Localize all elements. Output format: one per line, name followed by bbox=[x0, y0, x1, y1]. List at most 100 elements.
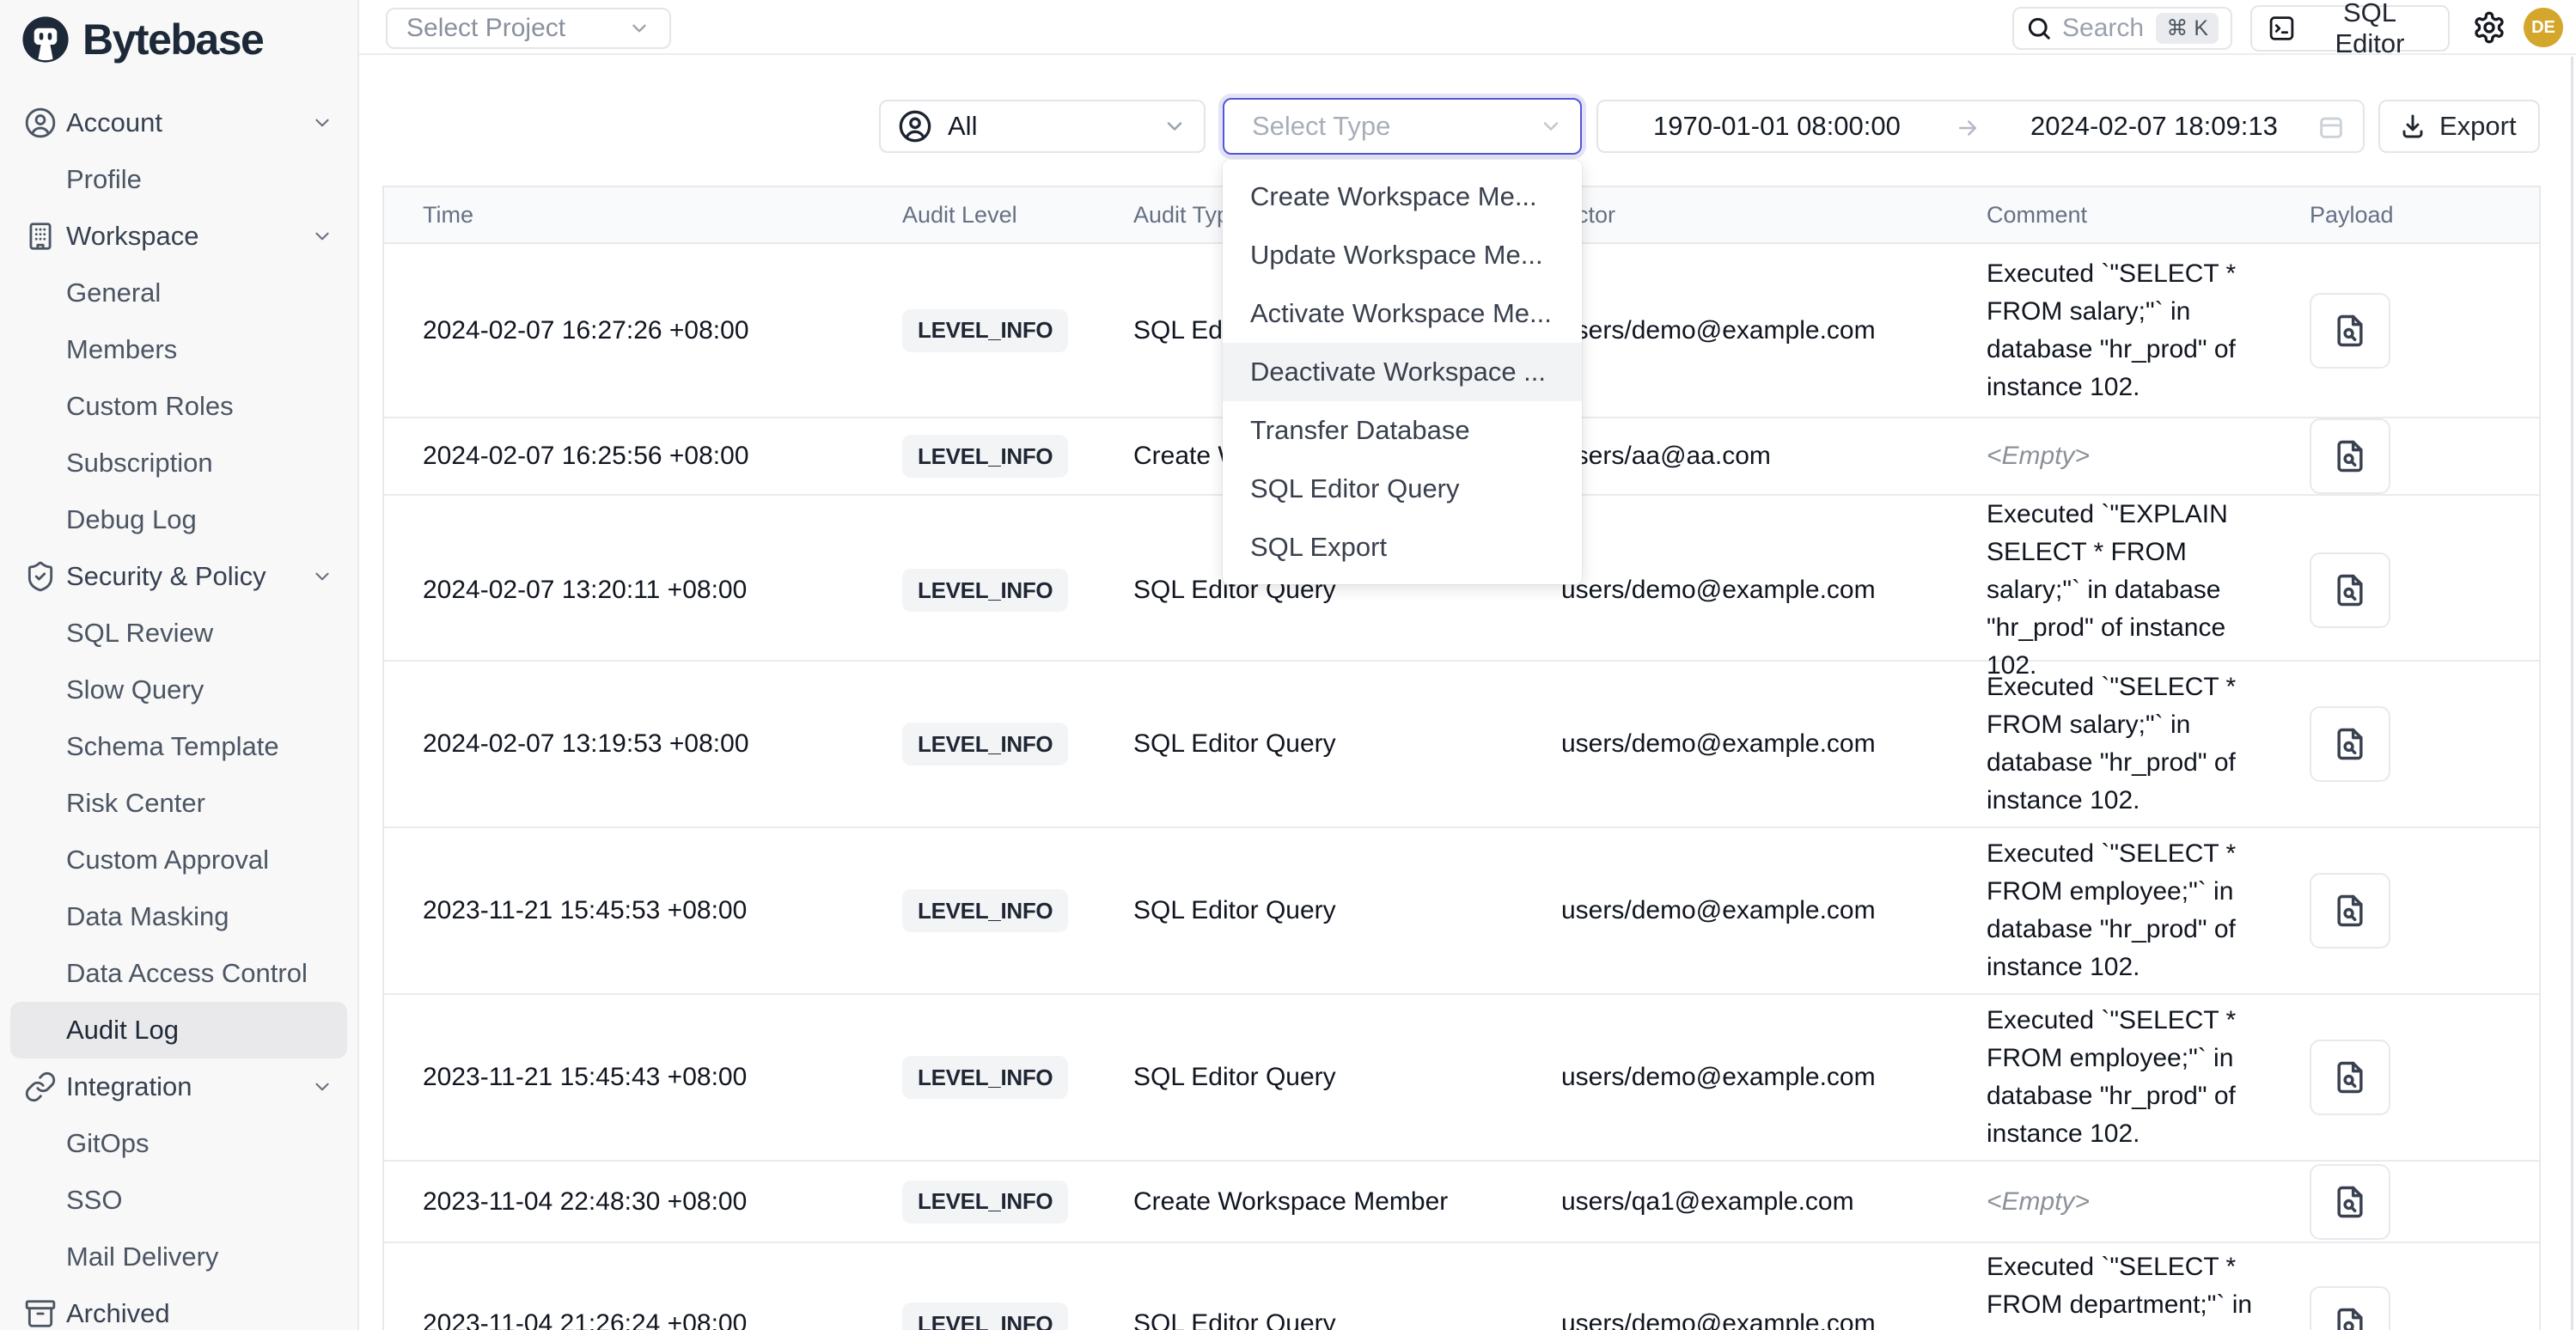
sidebar-item-custom-roles[interactable]: Custom Roles bbox=[0, 378, 357, 435]
type-menu-item-create-workspace-me[interactable]: Create Workspace Me... bbox=[1223, 168, 1582, 226]
sidebar-item-integration[interactable]: Integration bbox=[0, 1059, 357, 1115]
payload-view-button[interactable] bbox=[2310, 1286, 2390, 1330]
file-search-icon bbox=[2331, 1059, 2369, 1096]
export-label: Export bbox=[2439, 111, 2517, 142]
level-badge: LEVEL_INFO bbox=[902, 723, 1068, 766]
type-menu-item-label: SQL Editor Query bbox=[1250, 473, 1460, 504]
cell-audit-level: LEVEL_INFO bbox=[895, 1162, 1127, 1242]
sidebar-item-archived[interactable]: Archived bbox=[0, 1285, 357, 1330]
nav-icon-spacer bbox=[24, 390, 57, 423]
project-select[interactable]: Select Project bbox=[386, 8, 671, 49]
building-icon bbox=[24, 220, 57, 253]
nav-icon-spacer bbox=[24, 617, 57, 650]
sidebar-item-label: Data Access Control bbox=[66, 958, 308, 989]
sidebar-item-label: Custom Roles bbox=[66, 391, 234, 422]
sidebar-item-general[interactable]: General bbox=[0, 265, 357, 321]
arrow-right-icon bbox=[1955, 115, 1981, 141]
search-input[interactable]: Search ⌘ K bbox=[2012, 7, 2232, 50]
date-range-picker[interactable]: 1970-01-01 08:00:00 2024-02-07 18:09:13 bbox=[1596, 100, 2365, 153]
chevron-down-icon bbox=[1163, 114, 1187, 138]
type-filter-select[interactable]: Select Type bbox=[1223, 98, 1582, 155]
sidebar-item-gitops[interactable]: GitOps bbox=[0, 1115, 357, 1172]
settings-gear-button[interactable] bbox=[2471, 10, 2507, 46]
sidebar-item-schema-template[interactable]: Schema Template bbox=[0, 718, 357, 775]
payload-view-button[interactable] bbox=[2310, 873, 2390, 949]
sidebar-item-data-masking[interactable]: Data Masking bbox=[0, 888, 357, 945]
sidebar-item-subscription[interactable]: Subscription bbox=[0, 435, 357, 491]
chevron-down-icon bbox=[311, 112, 333, 134]
cell-comment: Executed `"SELECT * FROM salary;"` in da… bbox=[1978, 662, 2300, 827]
file-search-icon bbox=[2331, 437, 2369, 475]
type-menu-item-label: Activate Workspace Me... bbox=[1250, 298, 1552, 329]
sidebar-item-sql-review[interactable]: SQL Review bbox=[0, 605, 357, 662]
sidebar-item-label: Account bbox=[66, 107, 162, 138]
brand-logo[interactable]: Bytebase bbox=[0, 0, 357, 79]
cell-comment: Executed `"SELECT * FROM employee;"` in … bbox=[1978, 828, 2300, 993]
level-badge: LEVEL_INFO bbox=[902, 1303, 1068, 1330]
project-select-value: Select Project bbox=[406, 14, 565, 43]
payload-view-button[interactable] bbox=[2310, 706, 2390, 782]
payload-view-button[interactable] bbox=[2310, 1040, 2390, 1115]
sidebar-item-sso[interactable]: SSO bbox=[0, 1172, 357, 1229]
sidebar-item-mail-delivery[interactable]: Mail Delivery bbox=[0, 1229, 357, 1285]
cell-comment: Executed `"SELECT * FROM department;"` i… bbox=[1978, 1243, 2300, 1330]
cell-time: 2023-11-21 15:45:43 +08:00 bbox=[384, 995, 895, 1160]
scrollbar[interactable] bbox=[2571, 57, 2573, 1330]
sidebar-item-data-access-control[interactable]: Data Access Control bbox=[0, 945, 357, 1002]
sidebar-item-debug-log[interactable]: Debug Log bbox=[0, 491, 357, 548]
type-menu-item-activate-workspace-me[interactable]: Activate Workspace Me... bbox=[1223, 284, 1582, 343]
sql-editor-button[interactable]: SQL Editor bbox=[2250, 5, 2450, 52]
column-header-time: Time bbox=[384, 187, 895, 242]
sidebar-item-account[interactable]: Account bbox=[0, 95, 357, 151]
cell-actor: users/demo@example.com bbox=[1553, 662, 1978, 827]
actor-filter-value: All bbox=[948, 111, 1163, 142]
sidebar-item-profile[interactable]: Profile bbox=[0, 151, 357, 208]
payload-view-button[interactable] bbox=[2310, 552, 2390, 628]
file-search-icon bbox=[2331, 571, 2369, 609]
type-menu-item-label: Update Workspace Me... bbox=[1250, 240, 1543, 271]
cell-time: 2024-02-07 13:20:11 +08:00 bbox=[384, 496, 895, 685]
type-menu-item-transfer-database[interactable]: Transfer Database bbox=[1223, 401, 1582, 460]
sidebar-item-security-policy[interactable]: Security & Policy bbox=[0, 548, 357, 605]
actor-filter-select[interactable]: All bbox=[879, 100, 1206, 153]
bytebase-logo-icon bbox=[21, 15, 70, 64]
file-search-icon bbox=[2331, 312, 2369, 350]
file-search-icon bbox=[2331, 892, 2369, 930]
date-start-value: 1970-01-01 08:00:00 bbox=[1653, 111, 1901, 142]
sidebar-item-label: SQL Review bbox=[66, 618, 213, 649]
search-shortcut-badge: ⌘ K bbox=[2156, 13, 2219, 44]
nav-icon-spacer bbox=[24, 900, 57, 933]
sidebar-item-audit-log[interactable]: Audit Log bbox=[10, 1002, 347, 1059]
sidebar-item-label: General bbox=[66, 278, 161, 308]
payload-view-button[interactable] bbox=[2310, 418, 2390, 494]
user-avatar[interactable]: DE bbox=[2524, 8, 2563, 47]
type-menu-item-deactivate-workspace[interactable]: Deactivate Workspace ... bbox=[1223, 343, 1582, 401]
export-button[interactable]: Export bbox=[2378, 100, 2540, 153]
cell-audit-level: LEVEL_INFO bbox=[895, 1243, 1127, 1330]
archive-icon bbox=[24, 1297, 57, 1330]
nav-icon-spacer bbox=[24, 447, 57, 479]
sidebar-item-label: Schema Template bbox=[66, 731, 279, 762]
sidebar: Bytebase Account Profile Workspace Gener… bbox=[0, 0, 359, 1330]
sidebar-item-custom-approval[interactable]: Custom Approval bbox=[0, 832, 357, 888]
cell-actor: users/aa@aa.com bbox=[1553, 418, 1978, 494]
sidebar-item-label: Custom Approval bbox=[66, 845, 269, 875]
sidebar-item-members[interactable]: Members bbox=[0, 321, 357, 378]
sidebar-item-slow-query[interactable]: Slow Query bbox=[0, 662, 357, 718]
cell-time: 2023-11-21 15:45:53 +08:00 bbox=[384, 828, 895, 993]
type-menu-item-sql-editor-query[interactable]: SQL Editor Query bbox=[1223, 460, 1582, 518]
cell-payload bbox=[2300, 1243, 2539, 1330]
sidebar-item-workspace[interactable]: Workspace bbox=[0, 208, 357, 265]
payload-view-button[interactable] bbox=[2310, 293, 2390, 369]
type-menu-item-label: Deactivate Workspace ... bbox=[1250, 357, 1546, 387]
cell-payload bbox=[2300, 244, 2539, 417]
level-badge: LEVEL_INFO bbox=[902, 1181, 1068, 1223]
column-header-payload: Payload bbox=[2300, 187, 2539, 242]
type-menu-item-update-workspace-me[interactable]: Update Workspace Me... bbox=[1223, 226, 1582, 284]
payload-view-button[interactable] bbox=[2310, 1164, 2390, 1240]
type-menu-item-sql-export[interactable]: SQL Export bbox=[1223, 518, 1582, 577]
sidebar-item-risk-center[interactable]: Risk Center bbox=[0, 775, 357, 832]
calendar-icon bbox=[2317, 113, 2346, 142]
cell-actor: users/demo@example.com bbox=[1553, 828, 1978, 993]
type-menu-item-label: Create Workspace Me... bbox=[1250, 181, 1537, 212]
